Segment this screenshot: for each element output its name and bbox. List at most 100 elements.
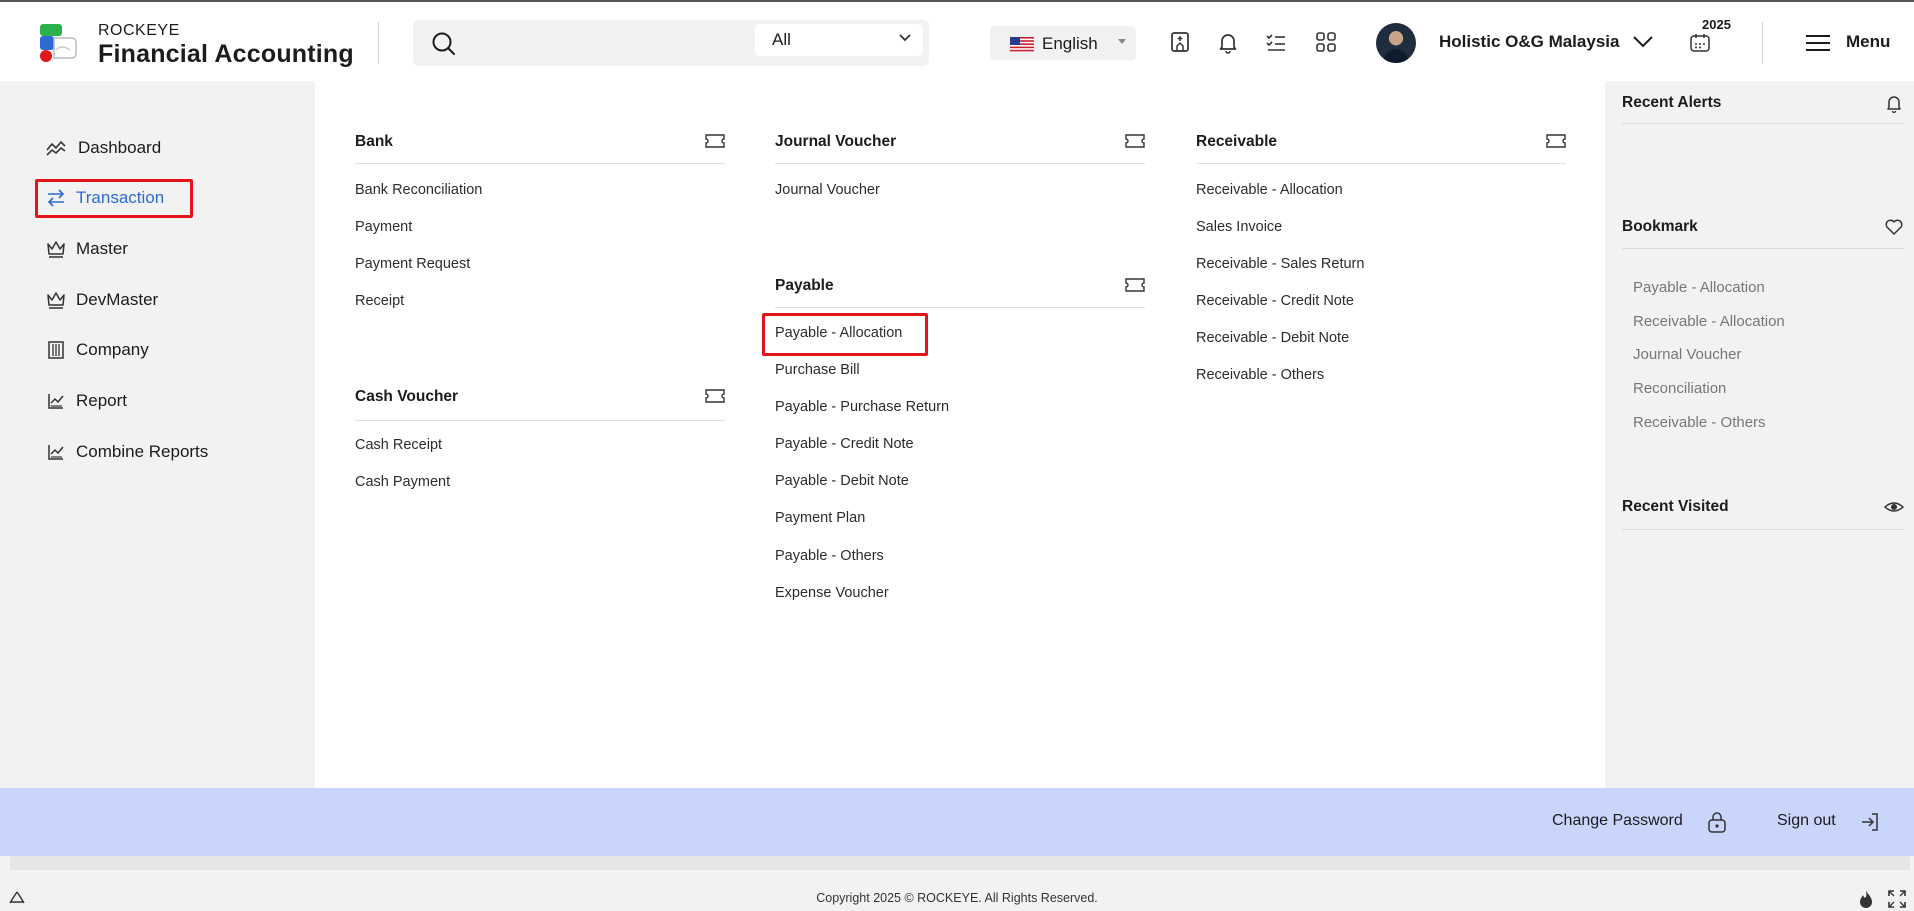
menu-link-receivable-credit-note[interactable]: Receivable - Credit Note [1196, 293, 1354, 309]
bookmark-add-icon[interactable] [1168, 30, 1192, 54]
top-header: ROCKEYE Financial Accounting All English [0, 0, 1914, 81]
sign-out-label: Sign out [1777, 812, 1836, 829]
brand-name: ROCKEYE [98, 22, 180, 39]
group-title-bank: Bank [355, 133, 393, 150]
sidebar-item-label: Company [76, 340, 149, 359]
change-password-label: Change Password [1552, 812, 1683, 829]
search-icon[interactable] [431, 31, 457, 57]
recent-visited-title: Recent Visited [1622, 498, 1729, 515]
chevron-down-icon[interactable] [1632, 35, 1654, 49]
apps-grid-icon[interactable] [1314, 30, 1338, 54]
bookmark-item[interactable]: Payable - Allocation [1633, 279, 1765, 296]
menu-link-receipt[interactable]: Receipt [355, 293, 404, 309]
menu-link-bank-reconciliation[interactable]: Bank Reconciliation [355, 182, 482, 198]
menu-link-payable-purchase-return[interactable]: Payable - Purchase Return [775, 399, 949, 415]
language-select[interactable]: English [990, 26, 1136, 60]
menu-link-payment-plan[interactable]: Payment Plan [775, 510, 865, 526]
bookmark-item[interactable]: Receivable - Allocation [1633, 313, 1785, 330]
ticket-icon[interactable] [1125, 278, 1145, 292]
group-divider [775, 163, 1145, 164]
chart-line-icon [46, 140, 66, 156]
highlight-box [35, 179, 193, 218]
flame-icon[interactable] [1857, 890, 1875, 908]
ticket-icon[interactable] [1125, 134, 1145, 148]
menu-link-payment-request[interactable]: Payment Request [355, 256, 470, 272]
change-password-button[interactable]: Change Password [1552, 812, 1683, 830]
sidebar-item-label: DevMaster [76, 290, 159, 309]
eye-icon[interactable] [1884, 497, 1904, 517]
menu-link-receivable-debit-note[interactable]: Receivable - Debit Note [1196, 330, 1349, 346]
menu-link-expense-voucher[interactable]: Expense Voucher [775, 585, 889, 601]
header-divider [378, 22, 379, 64]
sign-out-button[interactable]: Sign out [1777, 812, 1836, 830]
menu-link-payment[interactable]: Payment [355, 219, 412, 235]
highlight-box [762, 313, 928, 356]
group-title-journal-voucher: Journal Voucher [775, 133, 897, 150]
group-divider [355, 420, 725, 421]
bell-icon[interactable] [1216, 30, 1240, 54]
sidebar-item-label: Combine Reports [76, 442, 209, 461]
fullscreen-icon[interactable] [1888, 890, 1906, 908]
menu-link-receivable-allocation[interactable]: Receivable - Allocation [1196, 182, 1343, 198]
menu-link-receivable-sales-return[interactable]: Receivable - Sales Return [1196, 256, 1364, 272]
product-name: Financial Accounting [98, 40, 354, 68]
panel-divider [1622, 248, 1905, 249]
transaction-menu-panel: Bank Bank Reconciliation Payment Payment… [315, 81, 1605, 788]
fiscal-year: 2025 [1702, 17, 1731, 32]
menu-link-payable-others[interactable]: Payable - Others [775, 548, 884, 564]
bell-icon[interactable] [1884, 93, 1904, 113]
report-chart-icon [48, 445, 64, 460]
checklist-icon[interactable] [1264, 30, 1288, 54]
search-scope-value: All [772, 30, 791, 49]
crown-icon [47, 292, 65, 309]
search-scope-select[interactable]: All [755, 24, 923, 56]
right-panel: Recent Alerts Bookmark Payable - Allocat… [1605, 81, 1914, 788]
sidebar: Dashboard Transaction Master DevMaster C… [0, 81, 315, 788]
search-input[interactable] [473, 28, 753, 58]
account-actions-bar: Change Password Sign out [0, 788, 1914, 856]
ticket-icon[interactable] [1546, 134, 1566, 148]
group-title-cash-voucher: Cash Voucher [355, 388, 459, 405]
chevron-down-icon [899, 34, 911, 42]
bookmark-title: Bookmark [1622, 218, 1698, 235]
ticket-icon[interactable] [705, 134, 725, 148]
menu-link-payable-debit-note[interactable]: Payable - Debit Note [775, 473, 909, 489]
menu-link-payable-credit-note[interactable]: Payable - Credit Note [775, 436, 914, 452]
copyright-text: Copyright 2025 © ROCKEYE. All Rights Res… [816, 891, 1098, 905]
building-icon [48, 341, 64, 359]
menu-label: Menu [1846, 32, 1891, 51]
panel-divider [1622, 529, 1905, 530]
horizontal-scrollbar[interactable] [10, 856, 1910, 870]
sidebar-item-label: Master [76, 239, 128, 258]
us-flag-icon [1010, 37, 1034, 52]
header-divider [1762, 22, 1763, 64]
group-title-payable: Payable [775, 277, 834, 294]
menu-link-purchase-bill[interactable]: Purchase Bill [775, 362, 860, 378]
menu-link-cash-receipt[interactable]: Cash Receipt [355, 437, 442, 453]
recent-alerts-title: Recent Alerts [1622, 94, 1722, 111]
group-divider [355, 163, 725, 164]
menu-link-receivable-others[interactable]: Receivable - Others [1196, 367, 1324, 383]
calendar-icon[interactable] [1689, 33, 1711, 53]
lock-icon[interactable] [1707, 811, 1727, 833]
user-avatar[interactable] [1376, 23, 1416, 63]
caret-down-icon [1118, 39, 1126, 44]
panel-divider [1622, 123, 1905, 124]
language-label: English [1042, 34, 1098, 53]
group-divider [775, 307, 1145, 308]
menu-link-journal-voucher[interactable]: Journal Voucher [775, 182, 880, 198]
crown-icon [47, 241, 65, 258]
group-divider [1196, 163, 1566, 164]
bookmark-item[interactable]: Reconciliation [1633, 380, 1726, 397]
sign-out-icon[interactable] [1860, 812, 1880, 832]
bookmark-item[interactable]: Receivable - Others [1633, 414, 1766, 431]
ticket-icon[interactable] [705, 389, 725, 403]
company-name[interactable]: Holistic O&G Malaysia [1439, 32, 1619, 52]
menu-link-cash-payment[interactable]: Cash Payment [355, 474, 450, 490]
rockeye-logo[interactable] [38, 22, 78, 64]
sidebar-item-label: Dashboard [78, 138, 162, 157]
bookmark-item[interactable]: Journal Voucher [1633, 346, 1741, 363]
heart-icon[interactable] [1884, 217, 1904, 237]
app-title: ROCKEYE Financial Accounting [98, 22, 354, 69]
menu-link-sales-invoice[interactable]: Sales Invoice [1196, 219, 1282, 235]
